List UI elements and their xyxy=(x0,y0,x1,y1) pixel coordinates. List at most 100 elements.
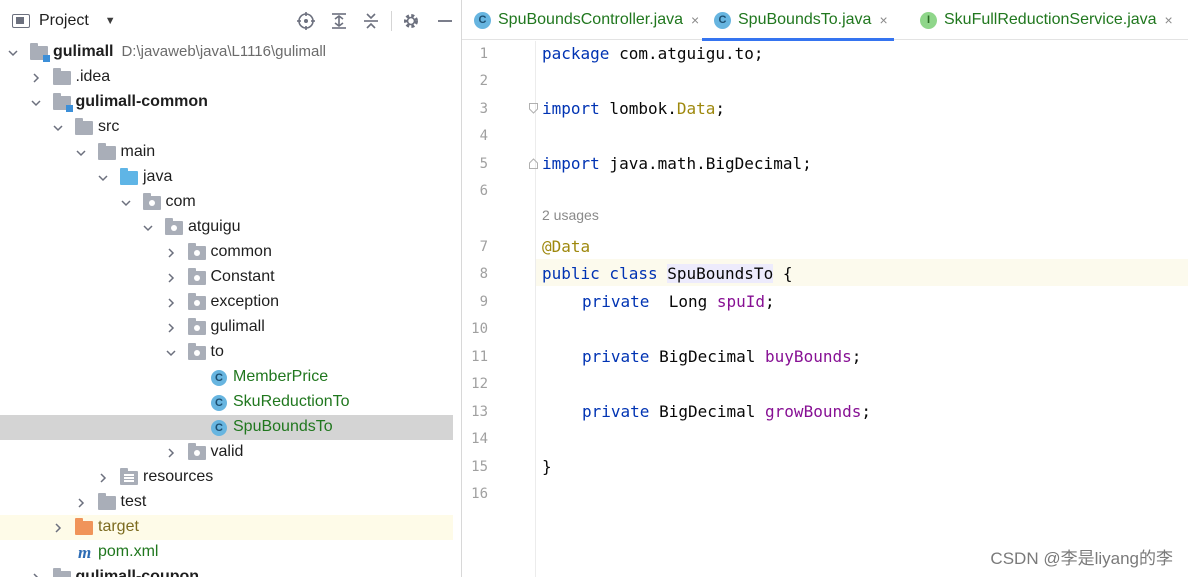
tab-label: SpuBoundsTo.java xyxy=(738,11,872,28)
tree-item-text: src xyxy=(98,118,120,135)
module-folder-icon xyxy=(52,568,71,577)
tree-item-test[interactable]: test xyxy=(0,490,461,515)
close-icon[interactable]: × xyxy=(691,12,699,28)
tree-item-spuboundsto[interactable]: C SpuBoundsTo xyxy=(0,415,461,440)
chevron-right-icon[interactable] xyxy=(53,523,63,533)
chevron-down-icon[interactable] xyxy=(98,173,108,183)
interface-icon: I xyxy=(920,11,937,29)
line-number: 6 xyxy=(479,183,488,199)
line-number-gutter[interactable]: 1 2 3 4 5 6 7 8 9 10 11 12 13 14 15 16 xyxy=(462,41,535,577)
tree-item-constant[interactable]: Constant xyxy=(0,265,461,290)
tab-spu-bounds-to[interactable]: C SpuBoundsTo.java × xyxy=(702,0,894,41)
tree-item-label: target xyxy=(98,518,139,536)
gutter-divider xyxy=(535,41,536,577)
tree-item-com[interactable]: com xyxy=(0,190,461,215)
chevron-right-icon[interactable] xyxy=(76,498,86,508)
tab-sku-full-reduction-service[interactable]: I SkuFullReductionService.java × xyxy=(920,0,1173,40)
chevron-right-icon[interactable] xyxy=(166,448,176,458)
module-folder-icon xyxy=(30,43,50,62)
tree-item-java[interactable]: java xyxy=(0,165,461,190)
tree-item-exception[interactable]: exception xyxy=(0,290,461,315)
line-number: 4 xyxy=(479,128,488,144)
folder-icon xyxy=(75,118,93,135)
tree-item-label: atguigu xyxy=(188,218,241,236)
tree-item-src[interactable]: src xyxy=(0,115,461,140)
close-icon[interactable]: × xyxy=(879,12,887,28)
tree-item-text: to xyxy=(210,343,224,360)
line-number: 8 xyxy=(479,266,488,282)
tree-item-text: MemberPrice xyxy=(233,368,329,385)
gear-icon[interactable] xyxy=(400,10,422,32)
expand-all-icon[interactable] xyxy=(328,10,350,32)
chevron-right-icon[interactable] xyxy=(166,323,176,333)
chevron-down-icon[interactable] xyxy=(165,348,176,358)
code-line-7: @Data xyxy=(542,237,591,256)
tree-item-text: java xyxy=(143,168,173,185)
class-icon: C xyxy=(211,370,227,386)
tree-item-memberprice[interactable]: C MemberPrice xyxy=(0,365,461,390)
tree-item-to[interactable]: to xyxy=(0,340,461,365)
tree-item-text: main xyxy=(120,143,156,160)
tree-item-gulimall[interactable]: gulimall D:\javaweb\java\L1116\gulimall xyxy=(0,40,461,65)
excluded-folder-icon xyxy=(75,518,93,535)
line-number: 10 xyxy=(471,321,488,337)
line-number: 5 xyxy=(479,156,488,172)
chevron-down-icon[interactable] xyxy=(53,123,63,133)
tree-item-valid[interactable]: valid xyxy=(0,440,461,465)
module-folder-icon xyxy=(52,93,73,112)
tree-scrollbar[interactable] xyxy=(453,0,461,577)
package-icon xyxy=(187,268,206,285)
class-icon: C xyxy=(714,11,731,29)
locate-icon[interactable] xyxy=(295,10,317,32)
collapse-all-icon[interactable] xyxy=(360,10,382,32)
project-folder-icon xyxy=(12,14,30,28)
usages-hint[interactable]: 2 usages xyxy=(542,207,599,223)
tree-item-gulimall-common[interactable]: gulimall-common xyxy=(0,90,461,115)
tree-item-label: gulimall-common xyxy=(76,93,208,111)
chevron-right-icon[interactable] xyxy=(31,573,41,577)
tree-item-gulimall[interactable]: gulimall xyxy=(0,315,461,340)
tree-item-resources[interactable]: resources xyxy=(0,465,461,490)
toolbar-divider xyxy=(391,11,392,31)
line-number: 11 xyxy=(471,349,488,365)
chevron-right-icon[interactable] xyxy=(31,73,41,83)
tab-spu-bounds-controller[interactable]: C SpuBoundsController.java × xyxy=(474,0,699,40)
source-folder-icon xyxy=(120,168,138,185)
project-panel: Project ▼ gulimall D:\javaweb\java\L1116\… xyxy=(0,0,461,577)
tree-item-pom-xml[interactable]: m pom.xml xyxy=(0,540,461,565)
tree-item-text: pom.xml xyxy=(98,543,159,560)
folder-icon xyxy=(97,493,116,510)
tree-item-text: test xyxy=(120,493,147,510)
chevron-right-icon[interactable] xyxy=(166,298,176,308)
chevron-right-icon[interactable] xyxy=(166,273,176,283)
close-icon[interactable]: × xyxy=(1165,12,1173,28)
chevron-down-icon[interactable] xyxy=(143,223,153,233)
chevron-down-icon[interactable] xyxy=(75,148,86,158)
tree-item-gulimall-coupon[interactable]: gulimall-coupon xyxy=(0,565,461,577)
chevron-down-icon[interactable] xyxy=(120,198,131,208)
tree-item-atguigu[interactable]: atguigu xyxy=(0,215,461,240)
tree-item-text: SpuBoundsTo xyxy=(233,418,333,435)
tree-item-skureductionto[interactable]: C SkuReductionTo xyxy=(0,390,461,415)
chevron-right-icon[interactable] xyxy=(98,473,108,483)
tree-item-label: MemberPrice xyxy=(233,368,328,386)
tab-label: SkuFullReductionService.java xyxy=(944,11,1157,28)
fold-end-icon[interactable] xyxy=(529,158,538,169)
tree-item-label: java xyxy=(143,168,172,186)
tree-item-label: gulimall xyxy=(211,318,265,336)
package-icon xyxy=(187,343,206,360)
chevron-down-icon[interactable] xyxy=(8,48,18,58)
resources-folder-icon xyxy=(120,468,138,485)
tree-item-target[interactable]: target xyxy=(0,515,461,540)
chevron-right-icon[interactable] xyxy=(166,248,176,258)
tree-item-label: common xyxy=(211,243,272,261)
tree-item-common[interactable]: common xyxy=(0,240,461,265)
tree-item-text: gulimall-coupon xyxy=(75,568,200,577)
tree-item-idea[interactable]: .idea xyxy=(0,65,461,90)
fold-start-icon[interactable] xyxy=(529,103,538,114)
package-icon xyxy=(165,218,183,235)
code-line-8: public class SpuBoundsTo { xyxy=(542,264,793,283)
project-view-selector[interactable]: Project ▼ xyxy=(12,10,116,32)
chevron-down-icon[interactable] xyxy=(30,98,41,108)
tree-item-main[interactable]: main xyxy=(0,140,461,165)
